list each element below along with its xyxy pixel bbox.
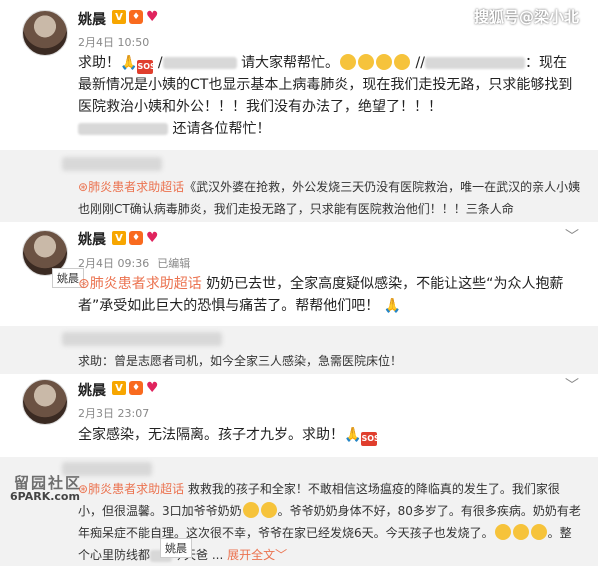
expand-link[interactable]: 展开全文 bbox=[227, 548, 275, 562]
blurred-text bbox=[424, 57, 525, 69]
post-text: ⊛肺炎患者求助超话 奶奶已去世，全家高度疑似感染，不能让这些“为众人抱薪者”承受… bbox=[78, 276, 564, 314]
watermark: 6PARK.com bbox=[10, 490, 80, 503]
avatar[interactable] bbox=[22, 10, 68, 56]
post-text: 全家感染，无法隔离。孩子才九岁。求助！🙏SOS bbox=[78, 424, 578, 446]
heart-icon: ♥ bbox=[146, 9, 159, 25]
user-badges: V ♦ ♥ bbox=[112, 381, 159, 395]
post-time[interactable]: 2月4日 09:36 已编辑 bbox=[78, 255, 190, 271]
chevron-down-icon[interactable]: ﹀ bbox=[565, 226, 579, 246]
repost-text: 求助：曾是志愿者司机，如今全家三人感染，急需医院床位！ bbox=[78, 354, 403, 368]
author-name[interactable]: 姚晨 bbox=[78, 380, 106, 400]
level-icon: ♦ bbox=[129, 231, 143, 245]
blurred-username bbox=[62, 157, 162, 171]
author-name[interactable]: 姚晨 bbox=[78, 229, 106, 249]
verified-icon: V bbox=[112, 231, 126, 245]
post-time[interactable]: 2月3日 23:07 bbox=[78, 405, 149, 421]
name-label: 姚晨 bbox=[160, 538, 192, 558]
chevron-down-icon[interactable]: ﹀ bbox=[275, 548, 287, 562]
chevron-down-icon[interactable]: ﹀ bbox=[565, 375, 579, 395]
topic-link[interactable]: ⊛肺炎患者求助超话 bbox=[78, 276, 202, 292]
repost-text: ⊛肺炎患者求助超话 救救我的孩子和全家！不敢相信这场瘟疫的降临真的发生了。我们家… bbox=[78, 482, 581, 562]
post-text: 求助！🙏SOS / 请大家帮帮忙。 //：现在最新情况是小姨的CT也显示基本上病… bbox=[78, 54, 573, 137]
topic-link[interactable]: ⊛肺炎患者求助超话 bbox=[78, 482, 184, 496]
edited-label: 已编辑 bbox=[157, 257, 191, 270]
topic-link[interactable]: ⊛肺炎患者求助超话 bbox=[78, 180, 184, 194]
blurred-username bbox=[62, 332, 222, 346]
pray-icon: 🙏 bbox=[383, 298, 402, 314]
watermark: 搜狐号@梁小北 bbox=[474, 8, 580, 26]
user-badges: V ♦ ♥ bbox=[112, 10, 159, 24]
verified-icon: V bbox=[112, 381, 126, 395]
level-icon: ♦ bbox=[129, 10, 143, 24]
user-badges: V ♦ ♥ bbox=[112, 231, 159, 245]
level-icon: ♦ bbox=[129, 381, 143, 395]
avatar[interactable] bbox=[22, 379, 68, 425]
sos-icon: SOS bbox=[137, 60, 156, 74]
sos-icon: SOS bbox=[361, 432, 380, 446]
pray-icon: 🙏 bbox=[344, 427, 362, 443]
heart-icon: ♥ bbox=[146, 230, 159, 246]
verified-icon: V bbox=[112, 10, 126, 24]
blurred-text bbox=[162, 57, 237, 69]
author-name[interactable]: 姚晨 bbox=[78, 9, 106, 29]
heart-icon: ♥ bbox=[146, 380, 159, 396]
blurred-text bbox=[78, 123, 168, 135]
post-time[interactable]: 2月4日 10:50 bbox=[78, 34, 149, 50]
repost-text: ⊛肺炎患者求助超话《武汉外婆在抢救，外公发烧三天仍没有医院救治，唯一在武汉的亲人… bbox=[78, 180, 581, 216]
pray-icon: 🙏 bbox=[120, 55, 138, 71]
